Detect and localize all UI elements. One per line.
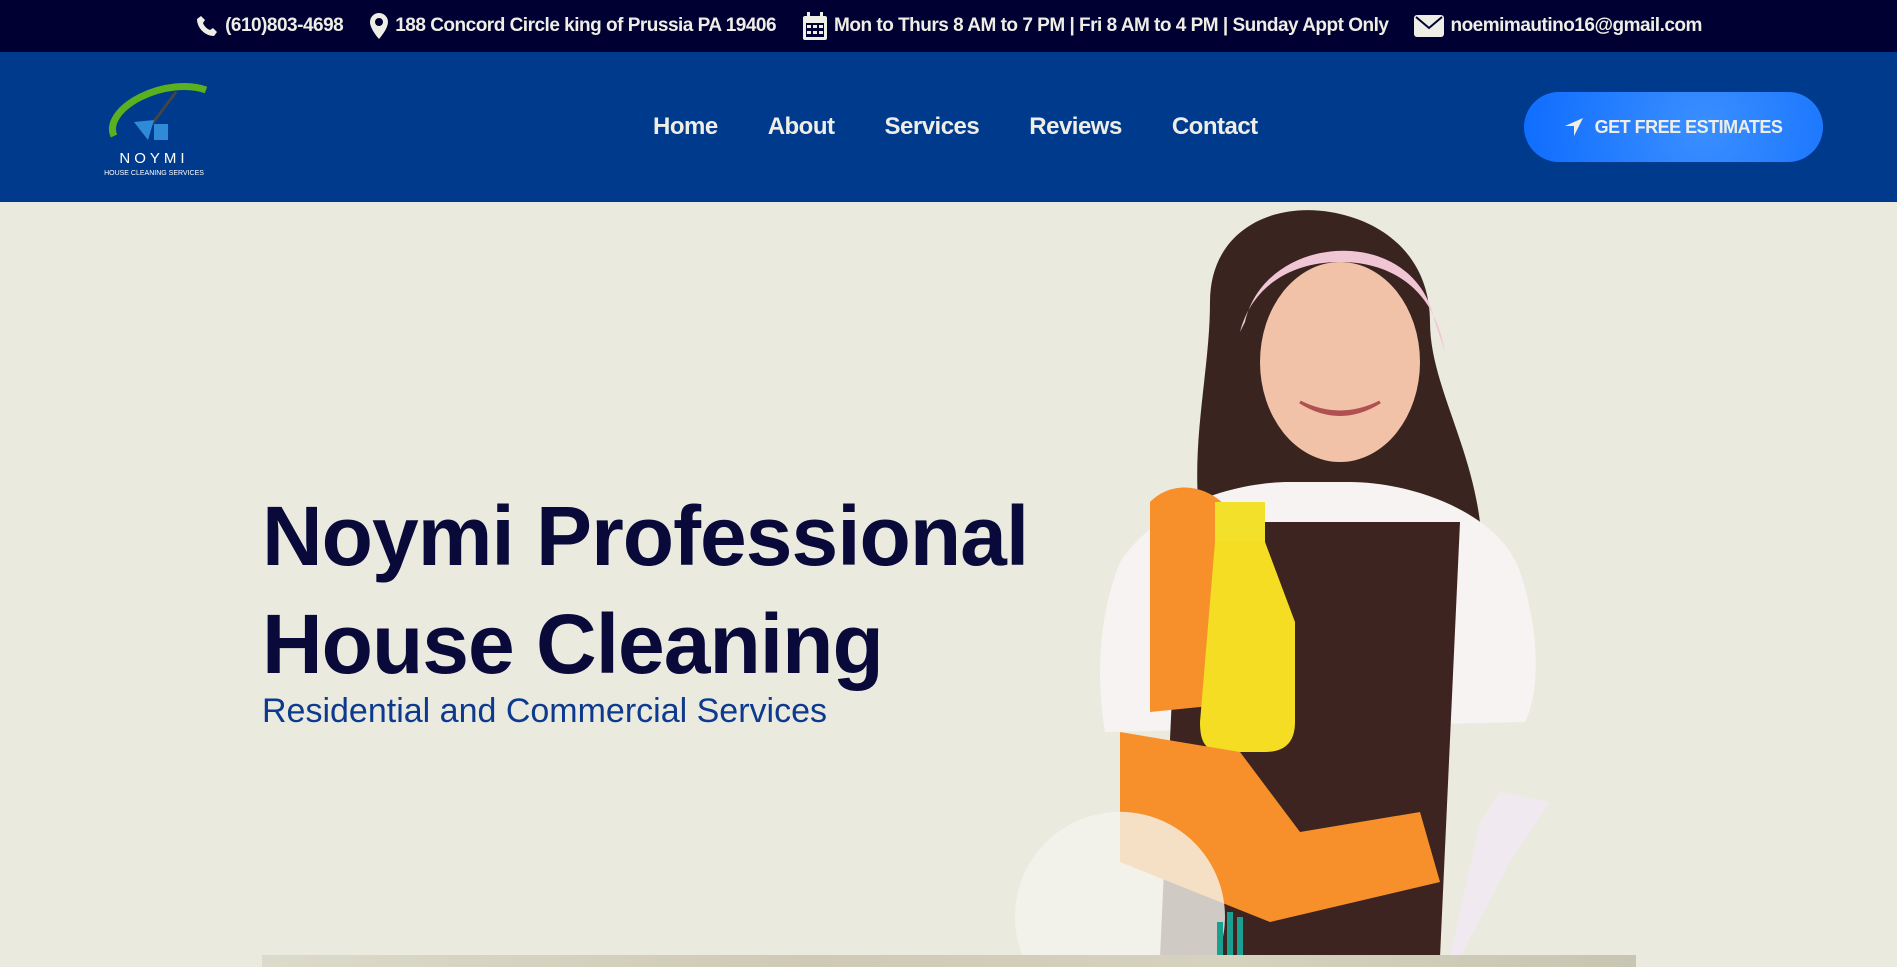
- main-nav: NOYMI HOUSE CLEANING SERVICES Home About…: [0, 52, 1897, 202]
- nav-about[interactable]: About: [768, 113, 835, 141]
- logo-tagline: HOUSE CLEANING SERVICES: [104, 170, 204, 177]
- top-info-bar: (610)803-4698 188 Concord Circle king of…: [0, 0, 1897, 52]
- email-address[interactable]: noemimautino16@gmail.com: [1450, 15, 1702, 37]
- hours-info: Mon to Thurs 8 AM to 7 PM | Fri 8 AM to …: [802, 12, 1389, 40]
- nav-services[interactable]: Services: [885, 113, 980, 141]
- logo[interactable]: NOYMI HOUSE CLEANING SERVICES: [94, 78, 214, 178]
- cta-label: GET FREE ESTIMATES: [1594, 116, 1783, 137]
- hero-title: Noymi Professional House Cleaning: [262, 482, 1029, 698]
- cleaning-woman-image: [1015, 210, 1550, 957]
- phone-icon: [197, 16, 218, 36]
- logo-name: NOYMI: [119, 150, 189, 167]
- hours-text: Mon to Thurs 8 AM to 7 PM | Fri 8 AM to …: [834, 15, 1389, 36]
- map-pin-icon: [370, 13, 389, 39]
- address-info: 188 Concord Circle king of Prussia PA 19…: [369, 13, 777, 39]
- content-section-preview: [262, 955, 1636, 967]
- phone-contact[interactable]: (610)803-4698: [195, 14, 344, 38]
- hero-title-line1: Noymi Professional: [262, 489, 1029, 583]
- nav-home[interactable]: Home: [653, 113, 718, 141]
- nav-contact[interactable]: Contact: [1172, 113, 1258, 141]
- nav-menu: Home About Services Reviews Contact: [653, 52, 1258, 202]
- hero-title-line2: House Cleaning: [262, 597, 884, 691]
- phone-number[interactable]: (610)803-4698: [225, 15, 344, 37]
- email-contact[interactable]: noemimautino16@gmail.com: [1414, 15, 1702, 37]
- hero-subtitle: Residential and Commercial Services: [262, 692, 828, 730]
- calendar-icon: [803, 12, 828, 40]
- get-free-estimates-button[interactable]: GET FREE ESTIMATES: [1524, 92, 1823, 162]
- address-text: 188 Concord Circle king of Prussia PA 19…: [395, 15, 777, 36]
- nav-reviews[interactable]: Reviews: [1029, 113, 1122, 141]
- location-arrow-icon: [1564, 118, 1583, 136]
- envelope-icon: [1414, 15, 1445, 37]
- broom-bucket-logo-icon: [109, 83, 208, 140]
